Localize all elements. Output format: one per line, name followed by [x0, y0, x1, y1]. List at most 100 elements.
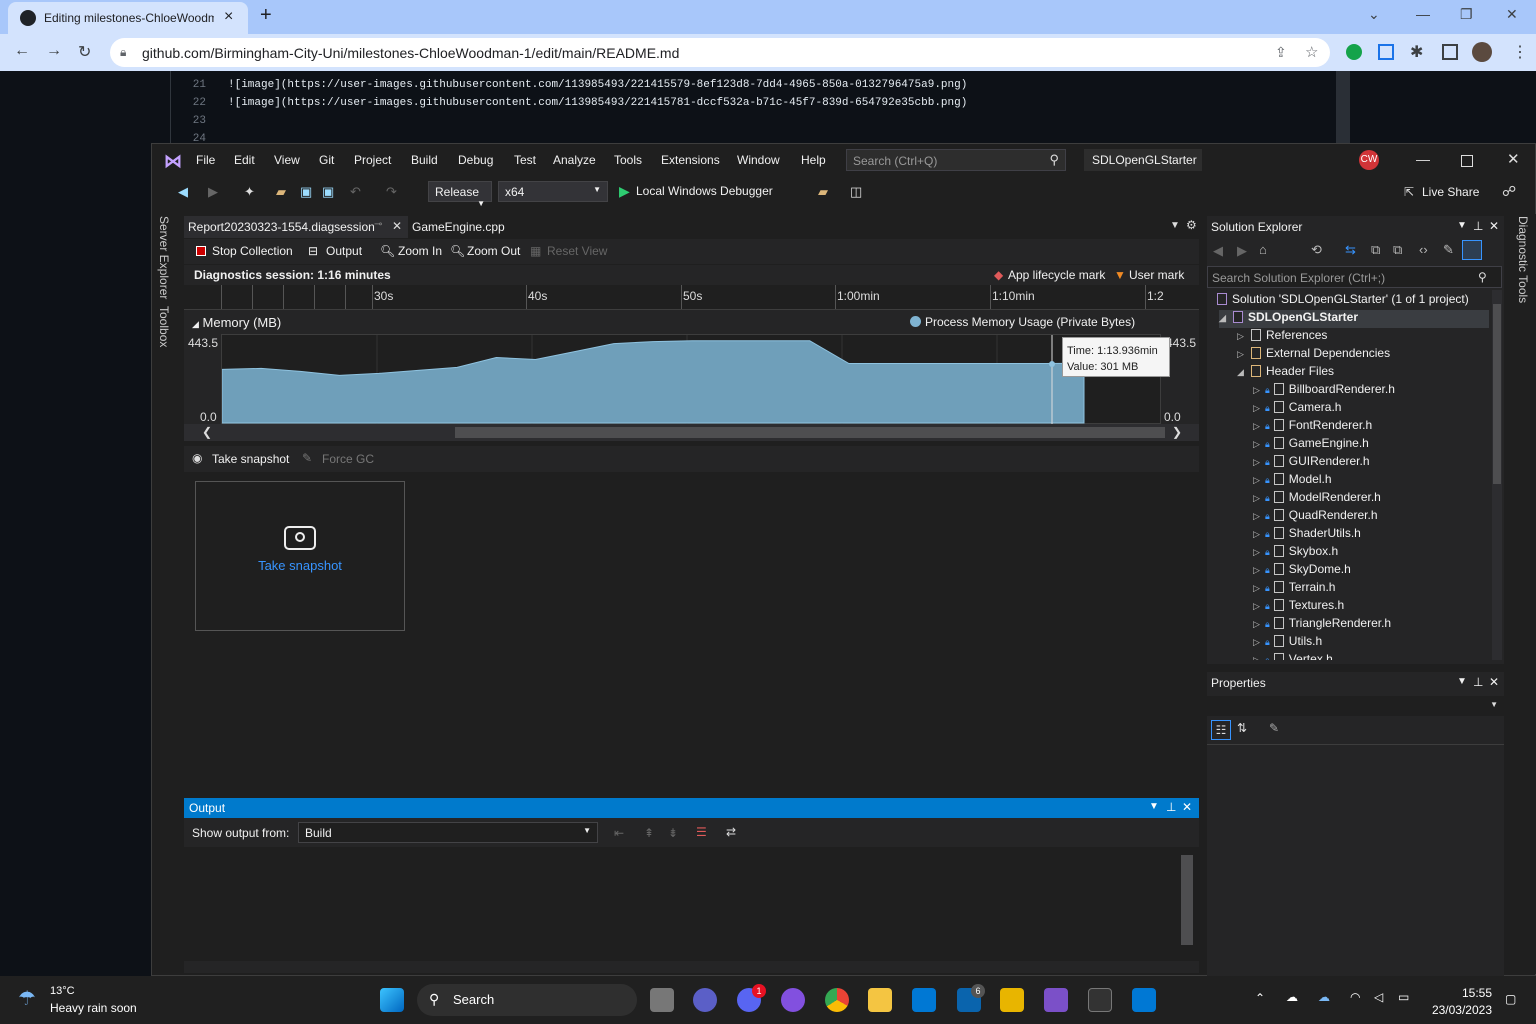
notifications-icon[interactable]: ▢ — [1505, 992, 1516, 1006]
expand-icon[interactable]: ▷ — [1253, 403, 1263, 414]
expand-icon[interactable]: ▷ — [1253, 457, 1263, 468]
vs-close-button[interactable]: ✕ — [1507, 150, 1520, 168]
open-file-icon[interactable]: ▰ — [276, 184, 286, 200]
menu-git[interactable]: Git — [319, 153, 334, 167]
output-pin-icon[interactable]: ⊥ — [1166, 800, 1176, 814]
start-debug-icon[interactable]: ▶ — [619, 183, 630, 200]
show-all-files-icon[interactable]: ⧉ — [1393, 242, 1402, 258]
back-icon[interactable]: ← — [14, 42, 30, 60]
se-dropdown-icon[interactable]: ▼ — [1457, 220, 1467, 231]
preview-selected-icon[interactable] — [1462, 240, 1482, 260]
output-scrollbar[interactable] — [1181, 855, 1193, 945]
tree-file-item[interactable]: ▷ 🔒︎ Vertex.h — [1253, 652, 1333, 660]
server-explorer-tab[interactable]: Server Explorer — [157, 216, 171, 299]
wifi-icon[interactable]: ◠ — [1350, 990, 1360, 1004]
se-back-icon[interactable]: ◀ — [1213, 243, 1223, 259]
sync-icon[interactable]: ⇆ — [1345, 242, 1356, 258]
menu-project[interactable]: Project — [354, 153, 391, 167]
vs-maximize-button[interactable] — [1461, 155, 1473, 167]
tree-project-node[interactable]: ◢ SDLOpenGLStarter — [1219, 310, 1489, 328]
property-pages-icon[interactable]: ✎ — [1269, 721, 1279, 735]
extensions-puzzle-icon[interactable]: ✱ — [1410, 42, 1423, 62]
toolbox-tab[interactable]: Toolbox — [157, 306, 171, 347]
show-hidden-icons[interactable]: ⌃ — [1255, 991, 1265, 1005]
tree-file-item[interactable]: ▷ 🔒︎ ModelRenderer.h — [1253, 490, 1381, 508]
output-button[interactable]: Output — [326, 244, 362, 258]
tree-file-item[interactable]: ▷ 🔒︎ GameEngine.h — [1253, 436, 1369, 454]
expand-icon[interactable]: ▷ — [1253, 439, 1263, 450]
tab-diagsession[interactable]: Report20230323-1554.diagsession ⊸ ✕ — [184, 216, 408, 238]
expand-icon[interactable]: ▷ — [1253, 565, 1263, 576]
expand-icon[interactable]: ▷ — [1253, 511, 1263, 522]
github-desktop-icon[interactable] — [781, 988, 805, 1012]
folder-icon[interactable]: ▰ — [818, 184, 828, 200]
visual-studio-taskbar-icon[interactable] — [1044, 988, 1068, 1012]
props-pin-icon[interactable]: ⊥ — [1473, 675, 1483, 689]
profile-avatar[interactable] — [1472, 42, 1492, 62]
tree-file-item[interactable]: ▷ 🔒︎ GUIRenderer.h — [1253, 454, 1370, 472]
terminal-icon[interactable] — [1088, 988, 1112, 1012]
output-text-area[interactable] — [184, 847, 1199, 961]
browser-menu-icon[interactable]: ⋮ — [1512, 42, 1528, 62]
new-tab-button[interactable]: + — [260, 4, 272, 27]
home-icon[interactable]: ⌂ — [1259, 242, 1267, 257]
code-line[interactable]: ![image](https://user-images.githubuserc… — [228, 79, 967, 91]
se-close-icon[interactable]: ✕ — [1489, 219, 1499, 233]
cloud-sync-icon[interactable]: ☁ — [1318, 990, 1330, 1004]
menu-build[interactable]: Build — [411, 153, 438, 167]
expand-icon[interactable]: ▷ — [1253, 547, 1263, 558]
address-bar[interactable]: 🔒︎ github.com/Birmingham-City-Uni/milest… — [110, 38, 1330, 67]
file-explorer-icon[interactable] — [868, 988, 892, 1012]
reload-icon[interactable]: ↻ — [78, 42, 91, 62]
close-tab-icon[interactable]: ✕ — [392, 219, 402, 233]
battery-icon[interactable]: ▭ — [1398, 990, 1409, 1004]
tree-file-item[interactable]: ▷ 🔒︎ Skybox.h — [1253, 544, 1338, 562]
menu-view[interactable]: View — [274, 153, 300, 167]
tree-file-item[interactable]: ▷ 🔒︎ Model.h — [1253, 472, 1332, 490]
tree-node-references[interactable]: ▷ References — [1237, 328, 1327, 346]
editor-scrollbar[interactable] — [1336, 71, 1350, 144]
timeline-ruler[interactable]: 30s 40s 50s 1:00min 1:10min 1:2 — [184, 285, 1199, 310]
tree-file-item[interactable]: ▷ 🔒︎ Terrain.h — [1253, 580, 1335, 598]
diagnostic-tools-tab[interactable]: Diagnostic Tools — [1516, 216, 1530, 303]
next-message-icon[interactable]: ⇟ — [668, 826, 678, 840]
tree-file-item[interactable]: ▷ 🔒︎ Textures.h — [1253, 598, 1344, 616]
navigate-back-icon[interactable]: ◀ — [178, 184, 188, 200]
prev-message-icon[interactable]: ⇞ — [644, 826, 654, 840]
pending-changes-icon[interactable]: ⟲ — [1311, 242, 1322, 258]
se-forward-icon[interactable]: ▶ — [1237, 243, 1247, 259]
restore-window-button[interactable]: ❐ — [1460, 6, 1473, 23]
redo-icon[interactable]: ↷ — [386, 184, 397, 200]
tab-search-icon[interactable]: ⌄ — [1368, 6, 1380, 23]
clock-date[interactable]: 23/03/2023 — [1428, 1003, 1492, 1017]
menu-tools[interactable]: Tools — [614, 153, 642, 167]
zoom-in-button[interactable]: Zoom In — [398, 244, 442, 258]
start-icon[interactable] — [380, 988, 404, 1012]
output-dropdown-icon[interactable]: ▼ — [1149, 801, 1159, 812]
feedback-icon[interactable]: ☍ — [1502, 183, 1516, 200]
configuration-dropdown[interactable]: Release ▼ — [428, 181, 492, 208]
browser-tab[interactable]: Editing milestones-ChloeWoodm × — [8, 2, 248, 34]
scroll-thumb[interactable] — [455, 427, 1165, 438]
platform-dropdown[interactable]: x64 ▼ — [498, 181, 608, 202]
expand-icon[interactable]: ▷ — [1253, 583, 1263, 594]
weather-text[interactable]: Heavy rain soon — [50, 1001, 137, 1015]
taskbar-search[interactable]: ⚲ Search — [417, 984, 637, 1016]
menu-debug[interactable]: Debug — [458, 153, 493, 167]
screenshot-icon[interactable]: ◫ — [850, 184, 862, 200]
expand-icon[interactable]: ▷ — [1253, 385, 1263, 396]
menu-help[interactable]: Help — [801, 153, 826, 167]
weather-temp[interactable]: 13°C — [50, 985, 75, 997]
word-wrap-icon[interactable]: ⇄ — [726, 825, 736, 839]
se-pin-icon[interactable]: ⊥ — [1473, 219, 1483, 233]
side-panel-icon[interactable] — [1442, 44, 1458, 60]
save-icon[interactable]: ▣ — [300, 184, 312, 200]
tab-list-dropdown-icon[interactable]: ▼ — [1170, 220, 1180, 231]
alphabetical-icon[interactable]: ⇅ — [1237, 721, 1247, 735]
app-icon[interactable] — [1000, 988, 1024, 1012]
bookmark-star-icon[interactable]: ☆ — [1305, 43, 1318, 61]
start-debugger-button[interactable]: Local Windows Debugger — [636, 184, 773, 198]
expand-icon[interactable]: ▷ — [1253, 655, 1263, 660]
clear-all-icon[interactable]: ☰ — [696, 825, 707, 839]
clock-time[interactable]: 15:55 — [1432, 986, 1492, 1000]
